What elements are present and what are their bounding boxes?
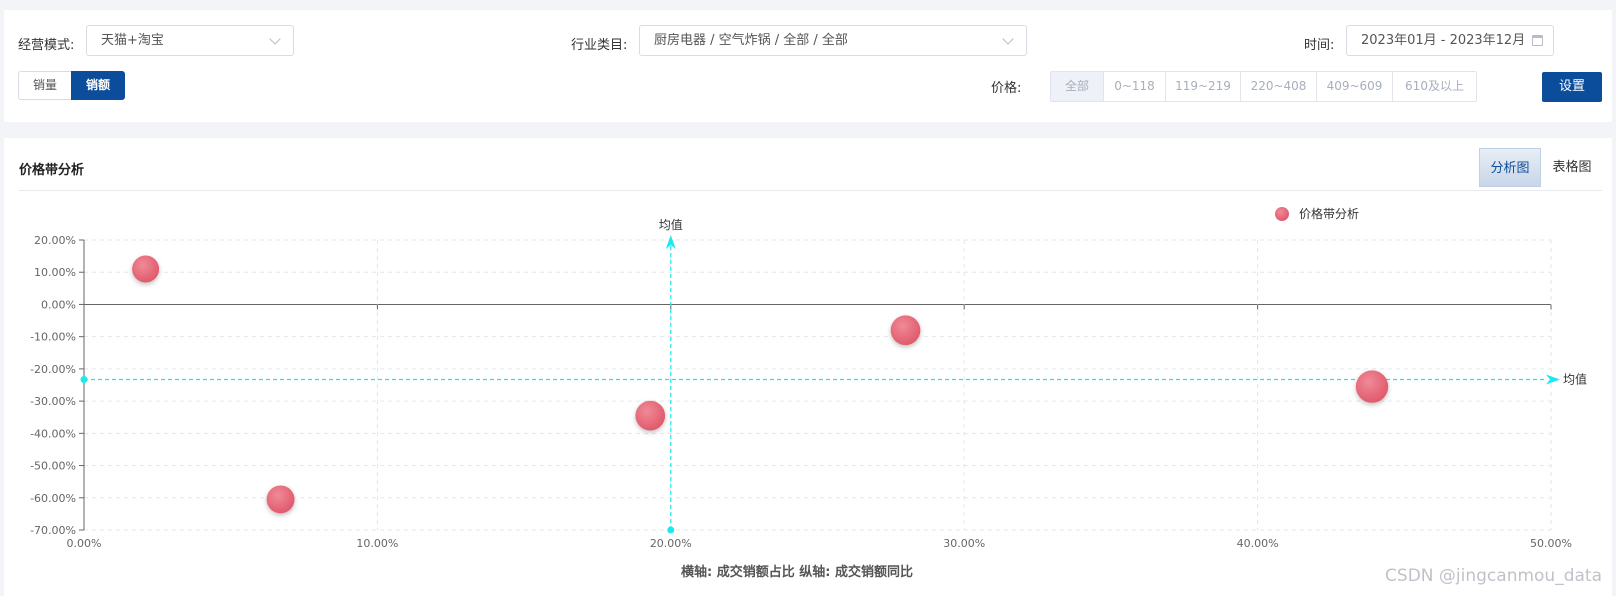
mean-label-horizontal: 均值 [1563, 372, 1587, 387]
scatter-chart: 20.00% 10.00% 0.00% -10.00% -20.00% -30.00% -4… [30, 206, 1587, 580]
y-tick-label: 10.00% [34, 266, 76, 279]
scatter-point [132, 255, 160, 283]
y-tick-label: 0.00% [41, 298, 76, 311]
y-tick-label: -60.00% [30, 492, 76, 505]
x-tick-label: 30.00% [943, 537, 985, 550]
y-tick-label: 20.00% [34, 234, 76, 247]
x-tick-label: 10.00% [356, 537, 398, 550]
legend-marker [1275, 207, 1289, 221]
scatter-point [635, 400, 666, 431]
y-tick-label: -30.00% [30, 395, 76, 408]
axis-caption: 横轴: 成交销额占比 纵轴: 成交销额同比 [681, 564, 913, 580]
x-tick-label: 20.00% [650, 537, 692, 550]
scatter-point [1355, 370, 1389, 403]
y-tick-label: -70.00% [30, 524, 76, 537]
y-tick-label: -40.00% [30, 427, 76, 440]
y-tick-label: -20.00% [30, 363, 76, 376]
scatter-point [266, 485, 295, 514]
y-tick-label: -10.00% [30, 331, 76, 344]
mean-line-horizontal-start [80, 376, 88, 384]
watermark: CSDN @jingcanmou_data [1385, 566, 1602, 586]
mean-line-vertical-start [667, 526, 675, 534]
scatter-point [890, 315, 921, 346]
x-tick-label: 40.00% [1237, 537, 1279, 550]
mean-arrow-right-icon [1546, 374, 1560, 385]
y-tick-label: -50.00% [30, 460, 76, 473]
legend-label: 价格带分析 [1299, 206, 1359, 221]
mean-label-vertical: 均值 [659, 217, 683, 232]
x-tick-label: 50.00% [1530, 537, 1572, 550]
x-tick-label: 0.00% [67, 537, 102, 550]
